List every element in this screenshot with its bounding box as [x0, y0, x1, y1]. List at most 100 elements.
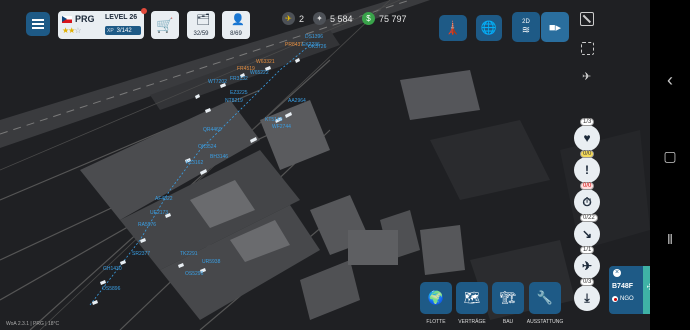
crane-icon: 🏗 [499, 290, 517, 305]
layers-icon: ≋ [521, 24, 531, 36]
tokens-value: 5 584 [330, 13, 353, 24]
hamburger-icon [32, 19, 44, 29]
arrival-icon: ↘ [581, 227, 593, 241]
fleet-label: Flotte [426, 319, 446, 325]
aircraft-label[interactable]: OK3524 [198, 144, 217, 150]
contracts-label: Verträge [458, 319, 486, 325]
globe-button[interactable]: 🌐 [476, 15, 502, 41]
timer-icon: ⏱ [582, 194, 592, 209]
delays-count: 0/0 [580, 182, 595, 190]
aircraft-label[interactable]: NT8219 [225, 98, 243, 104]
aircraft-label[interactable]: SR2377 [132, 251, 150, 257]
departures-count: 1/1 [580, 246, 595, 254]
aircraft-label[interactable]: PR8437 [285, 42, 303, 48]
money-resource: $ 75 797 [362, 12, 407, 25]
aircraft-label[interactable]: WT7202 [208, 79, 227, 85]
hide-ui-button[interactable] [580, 12, 594, 26]
delays-button[interactable]: 0/0 ⏱ [574, 182, 600, 215]
aircraft-label[interactable]: TK2291 [180, 251, 198, 257]
view-mode-button[interactable]: 2D ≋ [512, 12, 540, 42]
level-label: LEVEL 26 [105, 14, 138, 21]
xp-value: 3/142 [116, 27, 132, 34]
aircraft-label[interactable]: AA2964 [288, 98, 306, 104]
route-row: NGO [612, 296, 634, 302]
fleet-button[interactable]: 🌍 [420, 282, 452, 314]
center-plane-button[interactable]: ✈ [582, 70, 591, 83]
equipment-icon: 🔧 [536, 290, 554, 305]
landing-button[interactable]: 0/3 ⤓ [574, 278, 600, 311]
japan-flag-icon [612, 296, 618, 302]
aircraft-label[interactable]: BH3146 [210, 154, 228, 160]
aircraft-label[interactable]: WF2744 [272, 124, 291, 130]
aircraft-label[interactable]: KL3162 [186, 160, 203, 166]
aircraft-label[interactable]: GH1430 [103, 266, 122, 272]
alerts-button[interactable]: 0/0 ! [574, 150, 600, 183]
aircraft-label[interactable]: W65222 [250, 70, 269, 76]
camera-button[interactable]: ■▸ [541, 12, 569, 42]
status-text: WoA 2.3.1 | PRG | 18°C [6, 321, 60, 327]
control-tower-button[interactable]: 🗼 [439, 15, 467, 41]
plane-icon: ✈ [582, 71, 592, 83]
contracts-button[interactable]: 🗺 [456, 282, 488, 314]
flight-card[interactable]: × B748F NGO ✈ [609, 266, 655, 314]
staff-button[interactable]: 👤 8/69 [222, 11, 250, 39]
aircraft-label[interactable]: QR4469 [203, 127, 222, 133]
star-rating: ★★☆ [62, 26, 82, 35]
arrivals-count: 0/22 [580, 214, 598, 222]
departure-icon: ✈ [581, 259, 593, 273]
aircraft-label[interactable]: OS5896 [102, 286, 121, 292]
aircraft-label[interactable]: KT5140 [265, 117, 283, 123]
hide-ui-icon [582, 14, 592, 23]
plane-coin-icon: ✈ [282, 12, 295, 25]
airport-code: PRG [75, 14, 95, 24]
aircraft-label[interactable]: EZ3225 [230, 90, 248, 96]
globe-icon: 🌐 [480, 20, 498, 35]
focus-button[interactable] [581, 42, 594, 55]
arrivals-button[interactable]: 0/22 ↘ [574, 214, 600, 247]
shopping-cart-icon: 🛒 [156, 16, 174, 33]
czech-flag-icon [62, 16, 72, 23]
main-menu-button[interactable] [26, 12, 50, 36]
exclamation-icon: ! [585, 163, 589, 177]
aircraft-label[interactable]: EK2236 [302, 42, 320, 48]
airport-level-card[interactable]: PRG ★★☆ LEVEL 26 XP 3/142 [58, 8, 147, 39]
stands-icon: 🗂 [196, 14, 210, 26]
fleet-icon: 🌍 [427, 290, 445, 305]
shop-button[interactable]: 🛒 [151, 11, 179, 39]
system-nav-bar: ‹ ▢ ⦀ [650, 0, 690, 330]
aircraft-label[interactable]: FR3132 [230, 76, 248, 82]
aircraft-label[interactable]: OS5296 [185, 271, 204, 277]
staff-count: 8/69 [230, 31, 242, 37]
landing-icon: ⤓ [584, 290, 590, 305]
airport-map[interactable]: DS1396OK3726PR8437EK2236FR4519W63321FR31… [0, 0, 650, 330]
build-button[interactable]: 🏗 [492, 282, 524, 314]
aircraft-label[interactable]: AF4822 [155, 196, 173, 202]
staff-icon: 👤 [231, 14, 245, 26]
favorites-button[interactable]: 1/3 ♥ [574, 118, 600, 151]
token-icon: ✦ [313, 12, 326, 25]
aircraft-label[interactable]: UR5938 [202, 259, 221, 265]
stands-button[interactable]: 🗂 32/59 [187, 11, 215, 39]
departures-button[interactable]: 1/1 ✈ [574, 246, 600, 279]
aircraft-label[interactable]: RA5976 [138, 222, 156, 228]
planes-value: 2 [299, 13, 305, 24]
recents-icon[interactable]: ⦀ [660, 232, 680, 248]
alerts-count: 0/0 [580, 150, 595, 158]
equipment-label: Ausstattung [526, 319, 564, 325]
equipment-button[interactable]: 🔧 [529, 282, 561, 314]
contracts-icon: 🗺 [463, 290, 481, 305]
video-camera-icon: ■▸ [548, 21, 562, 34]
back-icon[interactable]: ‹ [660, 70, 680, 91]
aircraft-label[interactable]: UE2173 [150, 210, 168, 216]
stand-count: 32/59 [193, 31, 209, 37]
tokens-resource: ✦ 5 584 [313, 12, 353, 25]
build-label: Bau [502, 319, 514, 325]
aircraft-label[interactable]: DS1396 [305, 34, 323, 40]
home-icon[interactable]: ▢ [660, 148, 680, 165]
flight-number: B748F [612, 283, 634, 290]
xp-label: XP [107, 27, 114, 34]
landing-count: 0/3 [580, 278, 595, 286]
favorites-count: 1/3 [580, 118, 595, 126]
aircraft-label[interactable]: W63321 [256, 59, 275, 65]
close-icon[interactable]: × [613, 269, 621, 277]
